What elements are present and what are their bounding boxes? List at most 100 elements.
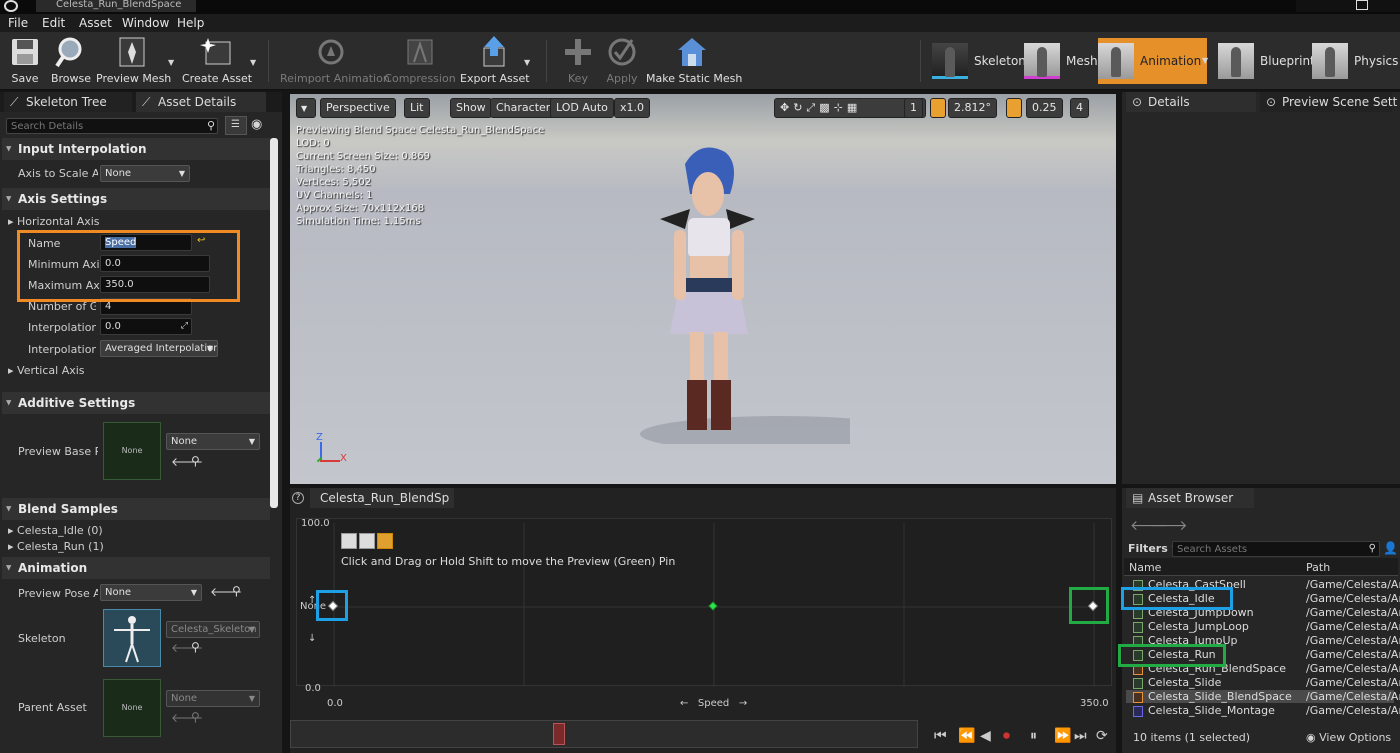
search-icon[interactable]: ⚲ (191, 454, 200, 468)
parent-asset-dropdown[interactable]: None (166, 690, 260, 707)
interpolation-time-label: Interpolation Time (28, 321, 96, 334)
vertical-axis-label[interactable]: ▸ Vertical Axis (8, 364, 85, 377)
mode-mesh-button[interactable]: Mesh (1024, 38, 1098, 84)
chevron-down-icon[interactable]: ▼ (168, 58, 174, 67)
interpolation-type-dropdown[interactable]: Averaged Interpolation (100, 340, 218, 357)
step-forward-icon[interactable]: ⏩ (1054, 728, 1071, 744)
details-search-input[interactable]: Search Details ⚲ (6, 118, 218, 134)
tab-asset-details[interactable]: ⟋ Asset Details (136, 92, 266, 112)
menu-help[interactable]: Help (177, 16, 204, 30)
scale-snap-toggle[interactable] (1006, 98, 1022, 118)
sample-run-item[interactable]: ▸ Celesta_Run (1) (8, 540, 104, 553)
playback-speed-button[interactable]: x1.0 (614, 98, 651, 118)
axis-settings-section[interactable]: Axis Settings (2, 188, 270, 210)
document-tab[interactable]: Celesta_Run_BlendSpace (36, 0, 196, 12)
chevron-down-icon[interactable]: ▼ (250, 58, 256, 67)
asset-item[interactable]: Celesta_Slide_Montage (1148, 704, 1275, 717)
animation-section[interactable]: Animation (2, 557, 270, 579)
menu-asset[interactable]: Asset (79, 16, 112, 30)
skeleton-dropdown[interactable]: Celesta_Skeleton (166, 621, 260, 638)
search-icon[interactable]: ⚲ (232, 584, 241, 598)
loop-icon[interactable]: ⟳ (1096, 728, 1108, 744)
play-reverse-icon[interactable]: ◀ (980, 728, 991, 744)
details-scrollbar[interactable] (270, 138, 278, 508)
filters-button[interactable]: Filters ▾ (1128, 542, 1177, 555)
tab-preview-scene-settings[interactable]: ⊙ Preview Scene Sett (1260, 92, 1397, 112)
scale-snap-value[interactable]: 0.25 (1026, 98, 1063, 118)
viewport-options-button[interactable]: ▼ (296, 98, 316, 118)
asset-count: 10 items (1 selected) (1133, 731, 1251, 744)
forward-arrow-icon[interactable]: 🡒 (1150, 517, 1188, 534)
browse-button[interactable]: Browse (48, 32, 94, 90)
asset-item[interactable]: Celesta_Slide (1148, 676, 1221, 689)
record-icon[interactable]: ⏺ (1003, 728, 1010, 744)
menu-edit[interactable]: Edit (42, 16, 65, 30)
reimport-animation-button[interactable]: Reimport Animation (280, 32, 390, 90)
step-back-icon[interactable]: ⏪ (958, 728, 975, 744)
show-button[interactable]: Show (450, 98, 492, 118)
input-interpolation-section[interactable]: Input Interpolation (2, 138, 270, 160)
blend-samples-section[interactable]: Blend Samples (2, 498, 270, 520)
grid-snap-value[interactable]: 1 (904, 98, 923, 118)
mode-blueprint-button[interactable]: Blueprint (1218, 38, 1315, 84)
tab-blendspace[interactable]: Celesta_Run_BlendSp (310, 488, 454, 508)
preview-base-thumbnail[interactable]: None (103, 422, 161, 480)
parent-asset-thumbnail[interactable]: None (103, 679, 161, 737)
menu-file[interactable]: File (8, 16, 28, 30)
preview-mesh-button[interactable]: Preview Mesh (96, 32, 171, 90)
tab-skeleton-tree[interactable]: ⟋ Skeleton Tree (4, 92, 132, 112)
apply-button[interactable]: Apply (600, 32, 644, 90)
key-button[interactable]: Key (556, 32, 600, 90)
character-button[interactable]: Character (490, 98, 557, 118)
search-icon[interactable]: ⚲ (191, 640, 200, 654)
user-icon[interactable]: 👤 (1383, 541, 1398, 555)
menu-window[interactable]: Window (122, 16, 169, 30)
preview-pin[interactable] (708, 601, 718, 611)
col-name-header[interactable]: Name (1129, 561, 1161, 574)
compression-button[interactable]: Compression (384, 32, 456, 90)
view-list-button[interactable]: ☰ (225, 116, 247, 135)
interpolation-time-input[interactable]: 0.0 ⤢ (100, 318, 192, 335)
save-button[interactable]: Save (2, 32, 48, 90)
sample-idle-item[interactable]: ▸ Celesta_Idle (0) (8, 524, 103, 537)
skeleton-thumbnail[interactable] (103, 609, 161, 667)
view-options-button[interactable]: ◉ View Options (1306, 731, 1391, 744)
create-asset-button[interactable]: Create Asset (182, 32, 252, 90)
tab-asset-browser[interactable]: ▤ Asset Browser (1126, 488, 1254, 508)
asset-search-input[interactable]: Search Assets ⚲ (1172, 541, 1380, 557)
asset-item[interactable]: Celesta_JumpLoop (1148, 620, 1249, 633)
search-icon[interactable]: ⚲ (191, 710, 200, 724)
export-asset-button[interactable]: Export Asset (460, 32, 530, 90)
bone-icon: ⟋ (10, 95, 19, 109)
lit-button[interactable]: Lit (404, 98, 430, 118)
rotation-snap-value[interactable]: 2.812° (948, 98, 997, 118)
camera-speed-button[interactable]: 4 (1070, 98, 1089, 118)
timeline-scrubber[interactable] (553, 723, 565, 745)
skip-end-icon[interactable]: ⏭ (1074, 728, 1087, 744)
rotation-snap-toggle[interactable] (930, 98, 946, 118)
perspective-button[interactable]: Perspective (320, 98, 396, 118)
additive-settings-section[interactable]: Additive Settings (2, 392, 270, 414)
toolbar-separator (920, 40, 921, 82)
preview-viewport[interactable]: ▼ Perspective Lit Show Character LOD Aut… (290, 94, 1116, 484)
mode-animation-button[interactable]: Animation (1098, 38, 1208, 84)
axis-to-scale-dropdown[interactable]: None (100, 165, 190, 182)
window-buttons[interactable] (1296, 0, 1400, 12)
make-static-mesh-button[interactable]: Make Static Mesh (646, 32, 742, 90)
pause-icon[interactable]: ⏸ (1030, 728, 1037, 744)
mode-skeleton-button[interactable]: Skeleton (932, 38, 1026, 84)
timeline-track[interactable] (290, 720, 918, 748)
mode-physics-button[interactable]: Physics (1312, 38, 1398, 84)
chevron-down-icon[interactable]: ▼ (524, 58, 530, 67)
col-path-header[interactable]: Path (1306, 561, 1330, 574)
tab-details[interactable]: ⊙ Details (1126, 92, 1256, 112)
lod-button[interactable]: LOD Auto (550, 98, 614, 118)
chevron-down-icon[interactable]: ▼ (1202, 56, 1208, 65)
help-icon[interactable]: ? (292, 492, 304, 504)
preview-base-dropdown[interactable]: None (166, 433, 260, 450)
preview-pose-dropdown[interactable]: None (100, 584, 202, 601)
asset-item[interactable]: Celesta_Slide_BlendSpace (1148, 690, 1292, 703)
horizontal-axis-label[interactable]: ▸ Horizontal Axis (8, 215, 100, 228)
skip-start-icon[interactable]: ⏮ (934, 728, 947, 744)
visibility-button[interactable]: ◉ (251, 117, 262, 132)
